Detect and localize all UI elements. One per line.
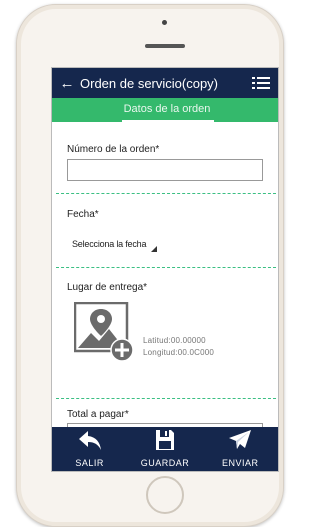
page-title: Orden de servicio(copy) bbox=[80, 75, 218, 91]
date-label: Fecha* bbox=[67, 209, 99, 220]
list-menu-icon[interactable] bbox=[252, 76, 270, 90]
tab-datos-de-la-orden[interactable]: Datos de la orden bbox=[117, 98, 217, 122]
date-select[interactable]: Selecciona la fecha bbox=[72, 239, 158, 253]
order-number-label: Número de la orden* bbox=[67, 144, 160, 155]
send-label: ENVIAR bbox=[222, 458, 259, 468]
exit-button[interactable]: SALIR bbox=[55, 429, 125, 471]
send-button[interactable]: ENVIAR bbox=[205, 429, 275, 471]
back-arrow-icon[interactable]: ← bbox=[54, 75, 80, 92]
delivery-place-label: Lugar de entrega* bbox=[67, 282, 148, 293]
app-screen: ← Orden de servicio(copy) Datos de la or… bbox=[51, 67, 279, 472]
map-pin-add-icon[interactable] bbox=[74, 302, 134, 362]
bottom-nav: SALIR GUARDAR ENVIAR bbox=[52, 427, 278, 471]
exit-label: SALIR bbox=[75, 458, 104, 468]
exit-arrow-icon bbox=[78, 431, 101, 450]
earpiece-speaker bbox=[145, 44, 185, 48]
section-divider bbox=[56, 398, 276, 399]
longitude-text: Longitud:00.0C000 bbox=[143, 348, 215, 357]
phone-frame: ← Orden de servicio(copy) Datos de la or… bbox=[16, 4, 284, 527]
home-button[interactable] bbox=[146, 476, 184, 514]
send-paper-plane-icon bbox=[229, 430, 252, 449]
app-header: ← Orden de servicio(copy) bbox=[52, 68, 278, 98]
save-label: GUARDAR bbox=[140, 458, 190, 468]
latitude-text: Latitud:00.00000 bbox=[143, 336, 206, 345]
tab-bar: Datos de la orden bbox=[52, 98, 278, 122]
total-label: Total a pagar* bbox=[67, 409, 129, 420]
save-floppy-icon bbox=[155, 430, 174, 450]
form-content[interactable]: Número de la orden* Fecha* Selecciona la… bbox=[52, 122, 278, 427]
select-corner-icon bbox=[151, 246, 157, 252]
section-divider bbox=[56, 267, 276, 268]
save-button[interactable]: GUARDAR bbox=[130, 429, 200, 471]
front-camera bbox=[162, 20, 167, 25]
section-divider bbox=[56, 193, 276, 194]
order-number-input[interactable] bbox=[67, 159, 263, 181]
